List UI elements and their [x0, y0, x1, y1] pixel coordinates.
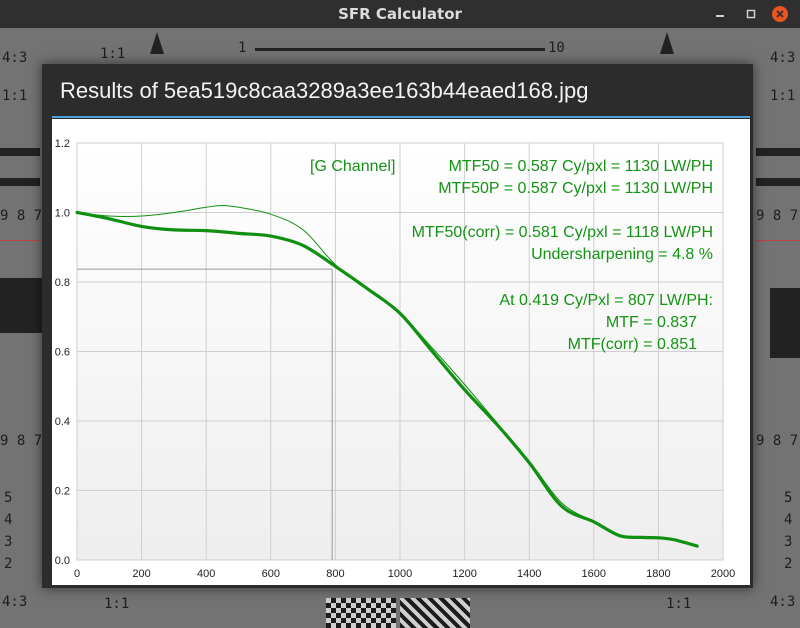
bg-right-label: 9 8 7: [756, 208, 799, 224]
bg-left-label: 9 8 7: [0, 433, 43, 449]
window-titlebar: SFR Calculator: [0, 0, 800, 28]
bg-bar: [660, 32, 674, 54]
mtf50-corr-label: MTF50(corr) = 0.581 Cy/pxl = 1118 LW/PH: [412, 224, 713, 241]
x-tick-label: 1200: [452, 568, 476, 580]
bg-right-label: 4:3: [770, 50, 796, 66]
bg-left-label: 4:3: [2, 594, 28, 610]
bg-bar: [0, 148, 40, 156]
x-tick-label: 1000: [388, 568, 412, 580]
bg-left-label: 2: [4, 556, 13, 572]
bg-right-label: 2: [784, 556, 793, 572]
x-tick-label: 2000: [711, 568, 735, 580]
dialog-title: Results of 5ea519c8caa3289a3ee163b44eaed…: [60, 78, 589, 103]
x-tick-label: 200: [132, 568, 150, 580]
bg-right-label: 1:1: [770, 88, 796, 104]
y-tick-label: 0.4: [55, 416, 70, 428]
y-tick-label: 0.2: [55, 486, 70, 498]
bg-right-label: 4: [784, 512, 793, 528]
bg-left-label: 4: [4, 512, 13, 528]
x-axis-ticks: 0 200 400 600 800 1000 1200 1400 1600 1800 2000: [74, 568, 735, 580]
y-tick-label: 1.0: [55, 208, 70, 220]
bg-bar: [0, 178, 40, 186]
y-tick-label: 0.0: [55, 555, 70, 567]
bg-left-label: 4:3: [2, 50, 28, 66]
bg-ruler-end: 10: [548, 40, 565, 56]
x-tick-label: 600: [262, 568, 280, 580]
bg-right-label: 9 8 7: [756, 433, 799, 449]
bg-left-label: 9 8 7: [0, 208, 43, 224]
bg-bottom-ratio: 1:1: [104, 596, 130, 612]
x-tick-label: 800: [326, 568, 344, 580]
bg-bar: [756, 148, 800, 156]
bg-bar: [756, 178, 800, 186]
x-tick-label: 1800: [646, 568, 670, 580]
mtf-chart: 0 200 400 600 800 1000 1200 1400 1600 1800 2000 0.…: [55, 138, 736, 580]
x-tick-label: 1600: [582, 568, 606, 580]
undersharpening-label: Undersharpening = 4.8 %: [531, 246, 713, 263]
x-tick-label: 400: [197, 568, 215, 580]
bg-red-line: [0, 240, 42, 241]
close-icon[interactable]: [772, 6, 788, 22]
results-dialog: Results of 5ea519c8caa3289a3ee163b44eaed…: [42, 64, 753, 588]
maximize-icon[interactable]: [744, 7, 758, 21]
bg-stripes: [400, 598, 470, 628]
mtf50-label: MTF50 = 0.587 Cy/pxl = 1130 LW/PH: [449, 158, 713, 175]
bg-right-label: 3: [784, 534, 793, 550]
bg-ruler: [255, 48, 545, 51]
bg-right-label: 4:3: [770, 594, 796, 610]
bg-bottom-ratio: 1:1: [666, 596, 692, 612]
bg-bar: [770, 288, 800, 358]
bg-right-label: 5: [784, 490, 793, 506]
bg-red-line: [756, 240, 800, 241]
y-axis-ticks: 0.0 0.2 0.4 0.6 0.8 1.0 1.2: [55, 138, 70, 567]
plot-panel: 0 200 400 600 800 1000 1200 1400 1600 1800 2000 0.…: [52, 119, 750, 585]
window-title: SFR Calculator: [338, 5, 462, 23]
y-tick-label: 1.2: [55, 138, 70, 150]
bg-top-ratio: 1:1: [100, 46, 126, 62]
at-frequency-label: At 0.419 Cy/Pxl = 807 LW/PH:: [499, 292, 713, 309]
bg-ruler-start: 1: [238, 40, 247, 56]
y-tick-label: 0.6: [55, 347, 70, 359]
dialog-accent-line: [52, 116, 750, 118]
bg-bar: [150, 32, 164, 54]
bg-checker: [326, 598, 396, 628]
bg-left-label: 1:1: [2, 88, 28, 104]
mtf-corr-value-label: MTF(corr) = 0.851: [568, 336, 697, 353]
minimize-icon[interactable]: [713, 7, 727, 21]
y-tick-label: 0.8: [55, 277, 70, 289]
bg-left-label: 5: [4, 490, 13, 506]
x-tick-label: 0: [74, 568, 80, 580]
mtf50p-label: MTF50P = 0.587 Cy/pxl = 1130 LW/PH: [438, 180, 713, 197]
x-tick-label: 1400: [517, 568, 541, 580]
bg-bar: [0, 278, 42, 333]
channel-label: [G Channel]: [310, 158, 395, 175]
bg-left-label: 3: [4, 534, 13, 550]
mtf-value-label: MTF = 0.837: [606, 314, 697, 331]
